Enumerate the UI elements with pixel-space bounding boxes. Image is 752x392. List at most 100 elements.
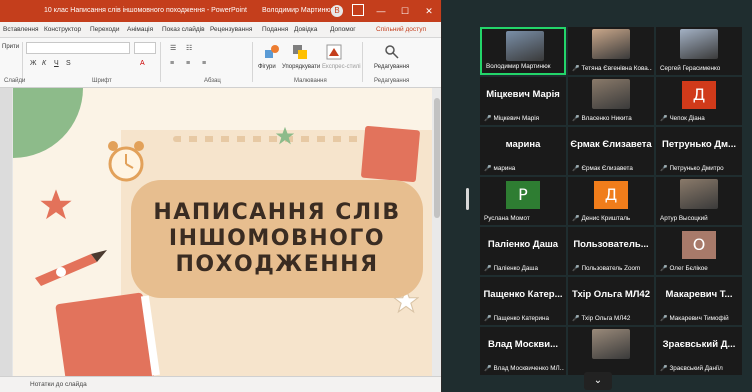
participant-tile[interactable]: Пользователь... 🎤 Пользователь Zoom bbox=[568, 227, 654, 275]
arrange-icon[interactable] bbox=[292, 44, 308, 60]
participant-name-label: 🎤 марина bbox=[484, 165, 564, 172]
maximize-button[interactable]: ☐ bbox=[396, 3, 414, 19]
quick-styles-icon[interactable] bbox=[326, 44, 342, 60]
notes-label: Нотатки до слайда bbox=[30, 381, 87, 388]
participant-tile[interactable]: Влад Москви... 🎤 Влад Москвиченко МЛ... bbox=[480, 327, 566, 375]
participant-tile[interactable]: Р Руслана Момот bbox=[480, 177, 566, 225]
participant-name: Артур Высоцкий bbox=[660, 215, 708, 222]
share-button[interactable]: Спільний доступ bbox=[376, 26, 426, 33]
align-center-icon[interactable]: ≡ bbox=[186, 60, 190, 67]
bullets-icon[interactable]: ☰ bbox=[170, 44, 176, 52]
participant-name: Володимир Мартинюк bbox=[486, 63, 551, 70]
participant-name: Тетяна Євгенівна Кова... bbox=[581, 65, 652, 72]
participant-tile[interactable]: Пащенко Катер... 🎤 Пащенко Катерина bbox=[480, 277, 566, 325]
tab-animations[interactable]: Анімація bbox=[127, 26, 153, 33]
font-size-box[interactable] bbox=[134, 42, 156, 54]
numbering-icon[interactable]: ☷ bbox=[186, 44, 192, 52]
participant-name-label: 🎤 Пользователь Zoom bbox=[572, 265, 652, 272]
participant-tile[interactable]: Зраєвський Д... 🎤 Зраєвський Даніїл bbox=[656, 327, 742, 375]
participant-tile[interactable]: О 🎤 Олег Бєлікое bbox=[656, 227, 742, 275]
participant-tile[interactable]: Петрунько Дм... 🎤 Петрунько Дмитро bbox=[656, 127, 742, 175]
participant-name-label: 🎤 Паліенко Даша bbox=[484, 265, 564, 272]
participant-tile[interactable] bbox=[568, 327, 654, 375]
close-button[interactable]: ✕ bbox=[420, 3, 438, 19]
tab-view[interactable]: Подання bbox=[262, 26, 288, 33]
small-star-green-icon bbox=[275, 126, 295, 145]
participant-name-label: 🎤 Тетяна Євгенівна Кова... bbox=[572, 65, 652, 72]
group-slides-label: Слайди bbox=[4, 78, 26, 84]
participant-video bbox=[680, 179, 718, 209]
participant-tile[interactable]: Паліенко Даша 🎤 Паліенко Даша bbox=[480, 227, 566, 275]
participant-name-label: 🎤 Пащенко Катерина bbox=[484, 315, 564, 322]
participant-video bbox=[592, 29, 630, 59]
tab-assist[interactable]: Допомог bbox=[330, 26, 356, 33]
participant-tile[interactable]: Тхір Ольга МЛ42 🎤 Тхір Ольга МЛ42 bbox=[568, 277, 654, 325]
align-right-icon[interactable]: ≡ bbox=[202, 60, 206, 67]
participant-name: Макаревич Тимофій bbox=[669, 315, 729, 322]
muted-mic-icon: 🎤 bbox=[572, 266, 580, 272]
bold-button[interactable]: Ж bbox=[30, 60, 36, 67]
participant-display-name: Єрмак Єлизавета bbox=[570, 139, 652, 150]
arrange-button[interactable]: Упорядкувати bbox=[282, 64, 320, 70]
ribbon-display-options-icon[interactable] bbox=[352, 4, 364, 16]
next-page-chevron-icon[interactable]: ⌄ bbox=[584, 372, 612, 390]
notes-bar[interactable]: Нотатки до слайда bbox=[0, 376, 441, 392]
left-cut-label[interactable]: Прити bbox=[2, 44, 19, 50]
participant-tile[interactable]: Макаревич Т... 🎤 Макаревич Тимофій bbox=[656, 277, 742, 325]
align-left-icon[interactable]: ≡ bbox=[170, 60, 174, 67]
star-icon bbox=[40, 189, 72, 220]
participant-tile[interactable]: Володимир Мартинюк bbox=[480, 27, 566, 75]
participant-tile[interactable]: марина 🎤 марина bbox=[480, 127, 566, 175]
group-paragraph-label: Абзац bbox=[204, 78, 221, 84]
tab-slideshow[interactable]: Показ слайдів bbox=[162, 26, 205, 33]
participant-video bbox=[592, 79, 630, 109]
font-name-box[interactable] bbox=[26, 42, 130, 54]
underline-button[interactable]: Ч bbox=[54, 60, 59, 67]
participant-video bbox=[506, 31, 544, 61]
gallery-resize-handle[interactable] bbox=[466, 188, 469, 210]
pencil-icon bbox=[35, 250, 107, 286]
ribbon: Прити Ж К Ч S A ☰ ☷ ≡ ≡ ≡ Фігури Упорядк… bbox=[0, 38, 441, 88]
participant-tile[interactable]: Єрмак Єлизавета 🎤 Єрмак Єлизавета bbox=[568, 127, 654, 175]
powerpoint-window: 10 клас Написання слів іншомовного поход… bbox=[0, 0, 442, 392]
participant-tile[interactable]: Д 🎤 Денис Кришталь bbox=[568, 177, 654, 225]
muted-mic-icon: 🎤 bbox=[660, 116, 668, 122]
strikethrough-button[interactable]: S bbox=[66, 60, 71, 67]
slide-title-line-2: ІНШОМОВНОГО bbox=[168, 226, 386, 251]
user-avatar[interactable]: В bbox=[331, 5, 343, 17]
muted-mic-icon: 🎤 bbox=[484, 366, 492, 372]
minimize-button[interactable]: — bbox=[372, 3, 390, 19]
participant-tile[interactable]: Д 🎤 Чепок Діана bbox=[656, 77, 742, 125]
shapes-icon[interactable] bbox=[264, 44, 280, 60]
tab-design[interactable]: Конструктор bbox=[44, 26, 81, 33]
tab-help[interactable]: Довідка bbox=[294, 26, 317, 33]
participant-tile[interactable]: Сергей Герасименко bbox=[656, 27, 742, 75]
participant-tile[interactable]: 🎤 Тетяна Євгенівна Кова... bbox=[568, 27, 654, 75]
title-bar: 10 клас Написання слів іншомовного поход… bbox=[0, 0, 441, 22]
find-icon[interactable] bbox=[384, 44, 400, 60]
participant-name: Міцкевич Марія bbox=[493, 115, 540, 122]
italic-button[interactable]: К bbox=[42, 60, 46, 67]
tab-review[interactable]: Рецензування bbox=[210, 26, 252, 33]
participant-tile[interactable]: Міцкевич Марія 🎤 Міцкевич Марія bbox=[480, 77, 566, 125]
quick-styles-button[interactable]: Експрес-стилі bbox=[322, 64, 361, 70]
editing-button[interactable]: Редагування bbox=[374, 64, 409, 70]
slide-title-box[interactable]: НАПИСАННЯ СЛІВ ІНШОМОВНОГО ПОХОДЖЕННЯ bbox=[131, 180, 423, 298]
vertical-scrollbar[interactable] bbox=[432, 88, 441, 376]
font-color-button[interactable]: A bbox=[140, 60, 145, 67]
participant-display-name: Міцкевич Марія bbox=[486, 89, 560, 100]
participant-display-name: Макаревич Т... bbox=[665, 289, 733, 300]
tab-transitions[interactable]: Переходи bbox=[90, 26, 119, 33]
slide-canvas[interactable]: НАПИСАННЯ СЛІВ ІНШОМОВНОГО ПОХОДЖЕННЯ bbox=[13, 88, 432, 376]
user-name[interactable]: Володимир Мартинюк bbox=[262, 7, 334, 14]
tab-insert[interactable]: Вставлення bbox=[3, 26, 39, 33]
participant-name: Власенко Никита bbox=[581, 115, 632, 122]
participant-tile[interactable]: 🎤 Власенко Никита bbox=[568, 77, 654, 125]
shapes-button[interactable]: Фігури bbox=[258, 64, 276, 70]
slide-thumbnail-strip[interactable] bbox=[0, 88, 12, 376]
muted-mic-icon: 🎤 bbox=[572, 316, 580, 322]
participant-display-name: Зраєвський Д... bbox=[662, 339, 736, 350]
participant-name: Паліенко Даша bbox=[493, 265, 538, 272]
participant-name-label: 🎤 Єрмак Єлизавета bbox=[572, 165, 652, 172]
participant-tile[interactable]: Артур Высоцкий bbox=[656, 177, 742, 225]
